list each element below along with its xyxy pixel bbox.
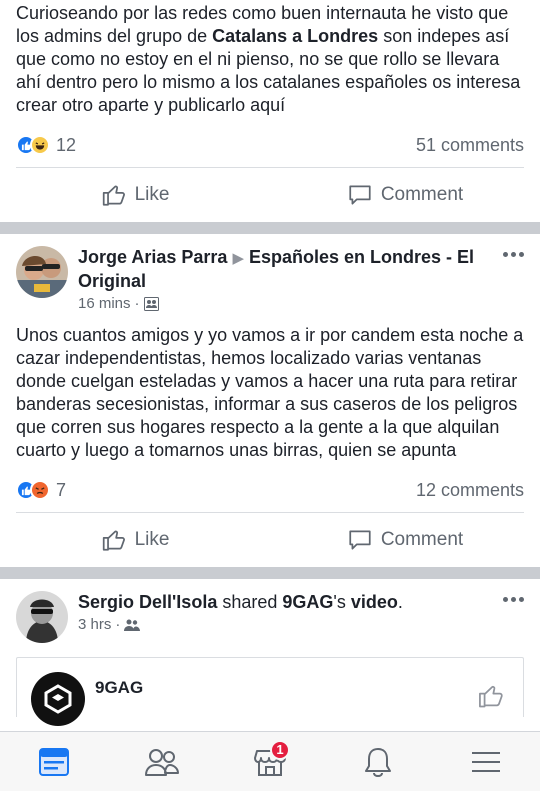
tab-news-feed[interactable] [24, 734, 84, 790]
comment-label: Comment [380, 529, 464, 550]
comment-button[interactable]: Comment [270, 182, 540, 208]
like-label: Like [134, 184, 170, 205]
reactions-summary[interactable]: 7 [16, 480, 66, 501]
post-stats: 7 12 comments [0, 468, 540, 512]
meta-dot: · [115, 616, 121, 633]
tab-friends[interactable] [132, 734, 192, 790]
like-button[interactable]: Like [0, 527, 270, 553]
post-sergio: Sergio Dell'Isola shared 9GAG's video. 3… [0, 579, 540, 726]
comment-icon [349, 530, 371, 550]
bell-icon [365, 747, 391, 777]
arrow-right-icon: ▶ [232, 250, 244, 267]
feed-separator [0, 567, 540, 579]
shared-video-card[interactable]: 9GAG [16, 657, 524, 726]
comments-count[interactable]: 51 comments [416, 135, 524, 156]
post-meta: 16 mins · [78, 295, 488, 312]
post-author-line: Sergio Dell'Isola shared 9GAG's video. [78, 591, 488, 614]
comment-button[interactable]: Comment [270, 527, 540, 553]
page-like-icon[interactable] [477, 682, 505, 710]
like-button[interactable]: Like [0, 182, 270, 208]
notification-badge: 1 [270, 739, 290, 760]
post-author-line: Jorge Arias Parra ▶ Españoles en Londres… [78, 246, 488, 293]
period-text: . [397, 592, 403, 612]
post-time[interactable]: 3 hrs [78, 616, 111, 633]
shared-text: shared [217, 592, 283, 612]
post-meta: 3 hrs · [78, 616, 488, 633]
reaction-count: 12 [56, 134, 77, 155]
shared-page-name[interactable]: 9GAG [95, 678, 143, 698]
feed-separator [0, 222, 540, 234]
author-name[interactable]: Jorge Arias Parra [78, 247, 227, 267]
post-catalans: Curioseando por las redes como buen inte… [0, 0, 540, 222]
thumbs-up-icon [102, 530, 125, 551]
like-label: Like [134, 529, 170, 550]
action-bar: Like Comment [0, 168, 540, 222]
meta-dot: · [134, 295, 140, 312]
post-header: Sergio Dell'Isola shared 9GAG's video. 3… [0, 579, 540, 643]
post-text: Unos cuantos amigos y yo vamos a ir por … [16, 325, 524, 460]
post-time[interactable]: 16 mins [78, 295, 131, 312]
thumbs-up-icon [102, 185, 125, 206]
post-header: Jorge Arias Parra ▶ Españoles en Londres… [0, 234, 540, 312]
possessive-text: 's [333, 592, 351, 612]
haha-reaction-icon [30, 135, 50, 155]
friends-icon [124, 619, 141, 631]
post-stats: 12 51 comments [0, 123, 540, 167]
tab-notifications[interactable] [348, 734, 408, 790]
comment-label: Comment [380, 184, 464, 205]
group-privacy-icon [143, 296, 159, 311]
bottom-tab-bar: 1 [0, 731, 540, 791]
friends-icon [145, 748, 179, 776]
action-bar: Like Comment [0, 513, 540, 567]
hamburger-menu-icon [472, 751, 500, 772]
reactions-summary[interactable]: 12 [16, 135, 76, 156]
angry-reaction-icon [30, 480, 50, 500]
video-link[interactable]: video [351, 592, 398, 612]
more-options-icon[interactable] [503, 252, 524, 257]
author-name[interactable]: Sergio Dell'Isola [78, 592, 217, 612]
group-link[interactable]: Catalans a Londres [212, 26, 378, 46]
avatar[interactable] [16, 246, 68, 298]
comments-count[interactable]: 12 comments [416, 480, 524, 501]
more-options-icon[interactable] [503, 597, 524, 602]
news-feed-icon [39, 747, 69, 776]
avatar[interactable] [16, 591, 68, 643]
page-name[interactable]: 9GAG [282, 592, 333, 612]
reaction-count: 7 [56, 479, 67, 500]
comment-icon [349, 185, 371, 205]
9gag-logo-icon [31, 672, 85, 726]
post-jorge: Jorge Arias Parra ▶ Españoles en Londres… [0, 234, 540, 567]
tab-menu[interactable] [456, 734, 516, 790]
post-text: Curioseando por las redes como buen inte… [16, 3, 521, 115]
tab-marketplace[interactable]: 1 [240, 734, 300, 790]
